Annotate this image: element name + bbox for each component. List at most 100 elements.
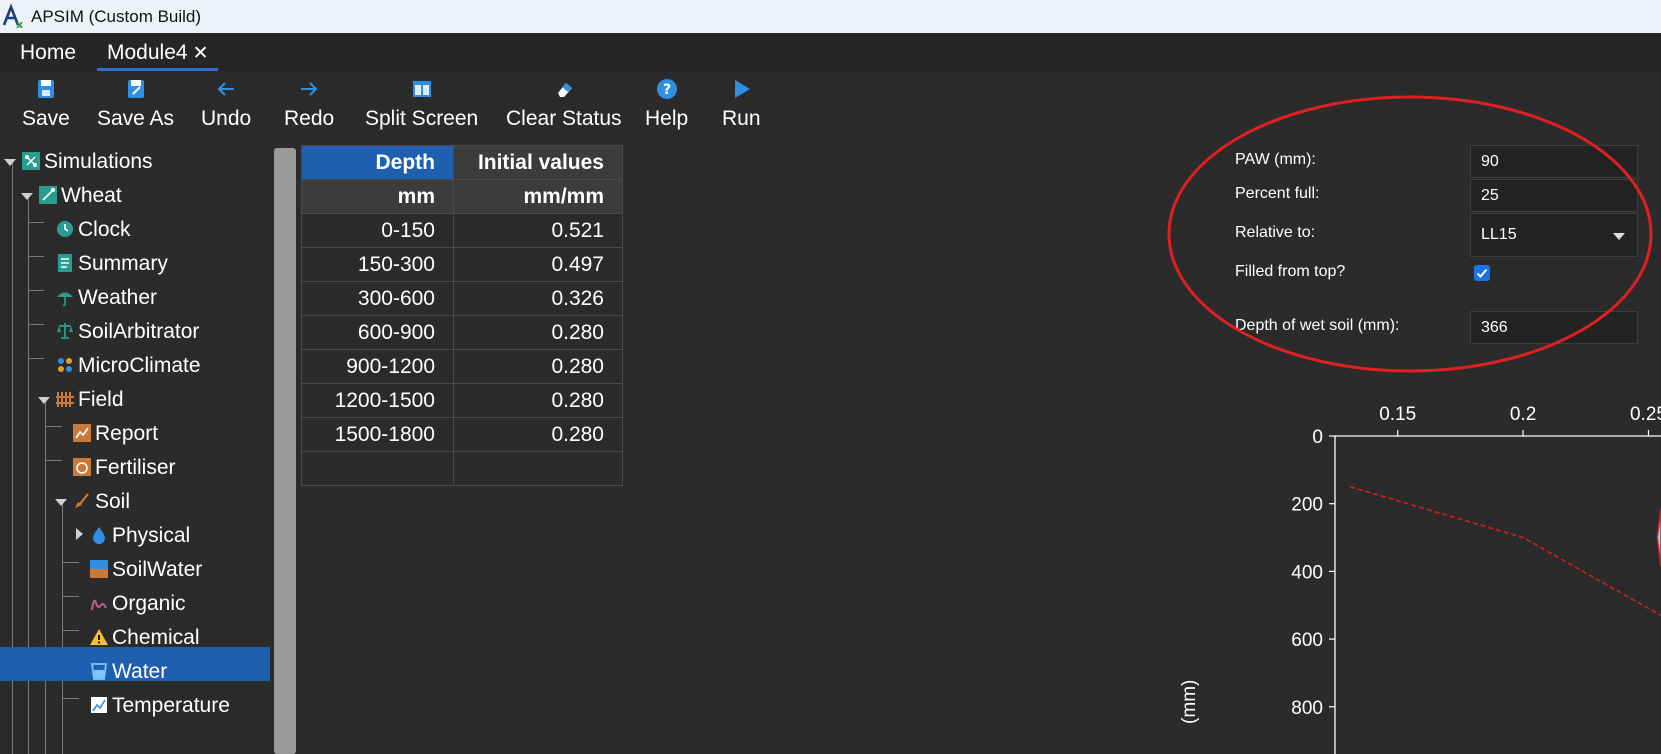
collapse-arrow-icon[interactable] [21, 193, 33, 200]
value-cell[interactable]: 0.497 [453, 247, 623, 282]
tree-item-temperature[interactable]: Temperature [89, 689, 230, 723]
soilwater-icon [89, 556, 109, 578]
weather-icon [55, 284, 75, 307]
depth-of-wet-soil-label: Depth of wet soil (mm): [1235, 317, 1400, 334]
tree-line [62, 630, 79, 631]
summary-icon [55, 250, 75, 272]
run-button[interactable]: Run [722, 77, 761, 131]
tab-module4[interactable]: Module4 ✕ [96, 41, 220, 71]
tree-item-organic[interactable]: Organic [89, 587, 186, 621]
depth-of-wet-soil-input[interactable]: 366 [1470, 311, 1638, 344]
depth-cell[interactable]: 300-600 [301, 281, 454, 316]
tree-item-label: Report [95, 422, 159, 445]
tree-line [45, 460, 62, 461]
tree-item-label: Organic [112, 592, 186, 615]
depth-cell[interactable]: 600-900 [301, 315, 454, 350]
table-row: 0-150 0.521 [301, 213, 623, 248]
tree-item-label: Wheat [61, 184, 122, 207]
value-cell[interactable]: 0.280 [453, 383, 623, 418]
paw-input[interactable]: 90 [1470, 145, 1638, 178]
collapse-arrow-icon[interactable] [55, 499, 67, 506]
tree-item-clock[interactable]: Clock [55, 213, 131, 247]
close-tab-icon[interactable]: ✕ [193, 43, 209, 64]
redo-button[interactable]: Redo [284, 77, 334, 131]
tree-item-label: Chemical [112, 626, 200, 649]
initial-values-unit[interactable]: mm/mm [453, 179, 623, 214]
undo-button[interactable]: Undo [201, 77, 251, 131]
toolbar-label: Save As [97, 107, 175, 130]
depth-cell[interactable]: 900-1200 [301, 349, 454, 384]
clock-icon [55, 216, 75, 237]
tree-item-wheat[interactable]: Wheat [38, 179, 122, 213]
tree-item-field[interactable]: Field [55, 383, 124, 417]
paw-label: PAW (mm): [1235, 151, 1316, 168]
tree-item-label: MicroClimate [78, 354, 201, 377]
water-polygon [1656, 508, 1661, 567]
tree-line [45, 426, 62, 427]
svg-text:x: x [16, 18, 23, 29]
split-screen-button[interactable]: Split Screen [365, 77, 478, 131]
depth-cell[interactable] [301, 451, 454, 486]
value-cell[interactable]: 0.326 [453, 281, 623, 316]
clear-status-button[interactable]: Clear Status [506, 77, 622, 131]
depth-cell[interactable]: 0-150 [301, 213, 454, 248]
value-cell[interactable]: 0.280 [453, 417, 623, 452]
toolbar-label: Help [645, 107, 689, 130]
filled-from-top-checkbox[interactable] [1474, 265, 1490, 281]
checkmark-icon [1476, 268, 1488, 278]
value-cell[interactable] [453, 451, 623, 486]
tree-line [28, 358, 44, 359]
save-button[interactable]: Save [22, 77, 70, 131]
depth-header[interactable]: Depth [301, 145, 454, 180]
table-row: 1500-1800 0.280 [301, 417, 623, 452]
tree-item-physical[interactable]: Physical [89, 519, 190, 553]
tree-line [62, 698, 79, 699]
percent-full-input[interactable]: 25 [1470, 179, 1638, 212]
field-icon [55, 386, 75, 407]
help-button[interactable]: ? Help [645, 77, 688, 131]
collapse-arrow-icon[interactable] [4, 159, 16, 166]
depth-cell[interactable]: 1500-1800 [301, 417, 454, 452]
tree-line [62, 562, 79, 563]
save-as-button[interactable]: Save As [97, 77, 174, 131]
initial-values-header[interactable]: Initial values [453, 145, 623, 180]
relative-to-label: Relative to: [1235, 224, 1316, 241]
value-cell[interactable]: 0.280 [453, 349, 623, 384]
water-icon [89, 658, 109, 680]
tab-bar: Home Module4 ✕ [0, 33, 1661, 71]
soil-icon [72, 488, 92, 508]
table-row [301, 451, 623, 486]
redo-icon [284, 77, 334, 105]
relative-to-dropdown[interactable]: LL15 [1470, 213, 1638, 257]
collapse-arrow-icon[interactable] [38, 397, 50, 404]
expand-arrow-icon[interactable] [76, 528, 83, 540]
y-tick-label: 800 [1291, 698, 1323, 719]
tree-item-simulations[interactable]: Simulations [21, 145, 153, 179]
tree-item-label: Water [112, 660, 168, 683]
toolbar-label: Split Screen [365, 107, 479, 130]
tree-item-label: Summary [78, 252, 168, 275]
tree-item-report[interactable]: Report [72, 417, 158, 451]
panel-splitter[interactable] [272, 145, 298, 754]
tree-item-soilwater[interactable]: SoilWater [89, 553, 202, 587]
value-cell[interactable]: 0.521 [453, 213, 623, 248]
depth-cell[interactable]: 1200-1500 [301, 383, 454, 418]
tree-line [62, 596, 79, 597]
depth-cell[interactable]: 150-300 [301, 247, 454, 282]
table-row: 150-300 0.497 [301, 247, 623, 282]
tree-item-fertiliser[interactable]: Fertiliser [72, 451, 176, 485]
tree-line [28, 324, 44, 325]
tree-item-summary[interactable]: Summary [55, 247, 168, 281]
depth-unit[interactable]: mm [301, 179, 454, 214]
tree-item-soilarbitrator[interactable]: SoilArbitrator [55, 315, 199, 349]
tree-item-water[interactable]: Water [89, 655, 167, 689]
tab-home[interactable]: Home [20, 41, 76, 65]
tree-item-weather[interactable]: Weather [55, 281, 157, 315]
tree-item-soil[interactable]: Soil [72, 485, 130, 519]
initial-water-grid: Depth Initial values mm mm/mm 0-150 0.521… [301, 145, 623, 486]
tree-item-chemical[interactable]: Chemical [89, 621, 200, 655]
tree-item-microclimate[interactable]: MicroClimate [55, 349, 201, 383]
value-cell[interactable]: 0.280 [453, 315, 623, 350]
splitter-handle[interactable] [274, 148, 296, 754]
tree-line [28, 256, 44, 257]
